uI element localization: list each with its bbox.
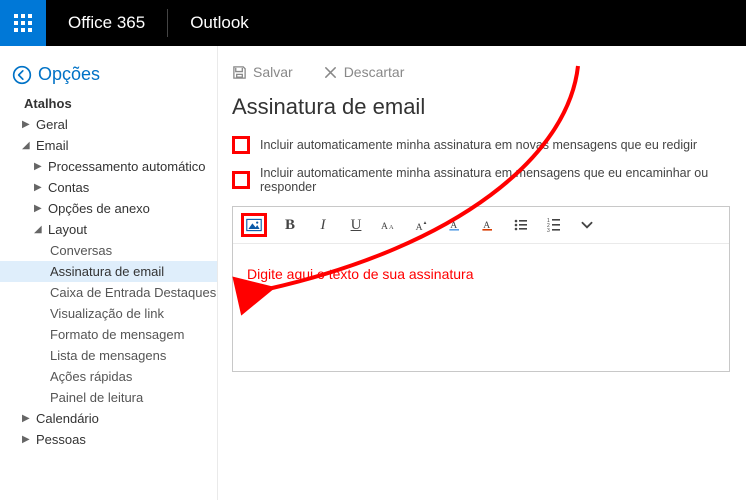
svg-text:A: A bbox=[389, 224, 394, 231]
nav-email[interactable]: ◢ Email bbox=[0, 135, 217, 156]
nav-opcoes-anexo[interactable]: ▶ Opções de anexo bbox=[0, 198, 217, 219]
sidebar: Opções Atalhos ▶ Geral ◢ Email ▶ Process… bbox=[0, 46, 218, 500]
app-label: Outlook bbox=[168, 13, 271, 33]
nav-conversas[interactable]: Conversas bbox=[0, 240, 217, 261]
more-button[interactable] bbox=[577, 215, 597, 235]
nav-atalhos[interactable]: Atalhos bbox=[0, 93, 217, 114]
nav-layout[interactable]: ◢ Layout bbox=[0, 219, 217, 240]
nav-assinatura-email[interactable]: Assinatura de email bbox=[0, 261, 217, 282]
numbered-list-button[interactable]: 1 2 3 bbox=[544, 215, 564, 235]
highlight-button[interactable]: A bbox=[445, 215, 465, 235]
font-grow-icon: A▴ bbox=[414, 217, 430, 233]
editor-body[interactable]: Digite aqui o texto de sua assinatura bbox=[233, 244, 729, 371]
italic-button[interactable]: I bbox=[313, 215, 333, 235]
caret-right-icon: ▶ bbox=[34, 203, 44, 214]
checkbox-forward-reply[interactable] bbox=[232, 171, 250, 189]
checkbox-row-forward-reply[interactable]: Incluir automaticamente minha assinatura… bbox=[232, 166, 730, 194]
nav-visualizacao-link[interactable]: Visualização de link bbox=[0, 303, 217, 324]
editor-toolbar: B I U AA A▴ A A bbox=[233, 207, 729, 244]
font-color-icon: A bbox=[480, 217, 496, 233]
back-arrow-icon bbox=[12, 65, 32, 85]
nav-acoes-rapidas[interactable]: Ações rápidas bbox=[0, 366, 217, 387]
checkbox-row-new-messages[interactable]: Incluir automaticamente minha assinatura… bbox=[232, 136, 730, 154]
brand-label: Office 365 bbox=[46, 13, 167, 33]
topbar: Office 365 Outlook bbox=[0, 0, 746, 46]
caret-down-icon: ◢ bbox=[34, 224, 44, 235]
waffle-icon bbox=[13, 13, 33, 33]
caret-right-icon: ▶ bbox=[34, 182, 44, 193]
close-icon bbox=[323, 65, 338, 80]
nav-geral[interactable]: ▶ Geral bbox=[0, 114, 217, 135]
nav-processamento[interactable]: ▶ Processamento automático bbox=[0, 156, 217, 177]
discard-button[interactable]: Descartar bbox=[323, 64, 405, 80]
checkbox-label: Incluir automaticamente minha assinatura… bbox=[260, 138, 697, 152]
nav-lista-mensagens[interactable]: Lista de mensagens bbox=[0, 345, 217, 366]
insert-image-button[interactable] bbox=[241, 213, 267, 237]
caret-right-icon: ▶ bbox=[22, 434, 32, 445]
main-content: Salvar Descartar Assinatura de email Inc… bbox=[218, 46, 746, 500]
back-label: Opções bbox=[38, 64, 100, 85]
bullet-list-button[interactable] bbox=[511, 215, 531, 235]
svg-text:▴: ▴ bbox=[424, 220, 427, 226]
underline-button[interactable]: U bbox=[346, 215, 366, 235]
back-button[interactable]: Opções bbox=[0, 64, 217, 93]
caret-down-icon: ◢ bbox=[22, 140, 32, 151]
font-color-button[interactable]: A bbox=[478, 215, 498, 235]
font-size-button[interactable]: AA bbox=[379, 215, 399, 235]
bullet-list-icon bbox=[513, 217, 529, 233]
action-bar: Salvar Descartar bbox=[232, 64, 730, 80]
nav-pessoas[interactable]: ▶ Pessoas bbox=[0, 429, 217, 450]
nav-caixa-destaques[interactable]: Caixa de Entrada Destaques bbox=[0, 282, 217, 303]
nav-contas[interactable]: ▶ Contas bbox=[0, 177, 217, 198]
highlight-icon: A bbox=[447, 217, 463, 233]
font-grow-button[interactable]: A▴ bbox=[412, 215, 432, 235]
checkbox-new-messages[interactable] bbox=[232, 136, 250, 154]
app-launcher-icon[interactable] bbox=[0, 0, 46, 46]
page-title: Assinatura de email bbox=[232, 94, 730, 120]
nav-tree: Atalhos ▶ Geral ◢ Email ▶ Processamento … bbox=[0, 93, 217, 450]
caret-right-icon: ▶ bbox=[22, 413, 32, 424]
image-icon bbox=[246, 217, 262, 233]
nav-painel-leitura[interactable]: Painel de leitura bbox=[0, 387, 217, 408]
save-button[interactable]: Salvar bbox=[232, 64, 293, 80]
numbered-list-icon: 1 2 3 bbox=[546, 217, 562, 233]
save-icon bbox=[232, 65, 247, 80]
svg-text:A: A bbox=[416, 222, 423, 233]
font-size-icon: AA bbox=[381, 217, 397, 233]
signature-editor: B I U AA A▴ A A bbox=[232, 206, 730, 372]
bold-button[interactable]: B bbox=[280, 215, 300, 235]
caret-right-icon: ▶ bbox=[22, 119, 32, 130]
checkbox-label: Incluir automaticamente minha assinatura… bbox=[260, 166, 730, 194]
nav-calendario[interactable]: ▶ Calendário bbox=[0, 408, 217, 429]
editor-placeholder: Digite aqui o texto de sua assinatura bbox=[247, 266, 715, 282]
svg-text:3: 3 bbox=[547, 228, 550, 233]
svg-text:A: A bbox=[381, 221, 388, 232]
caret-right-icon: ▶ bbox=[34, 161, 44, 172]
nav-formato-mensagem[interactable]: Formato de mensagem bbox=[0, 324, 217, 345]
chevron-down-icon bbox=[579, 217, 595, 233]
